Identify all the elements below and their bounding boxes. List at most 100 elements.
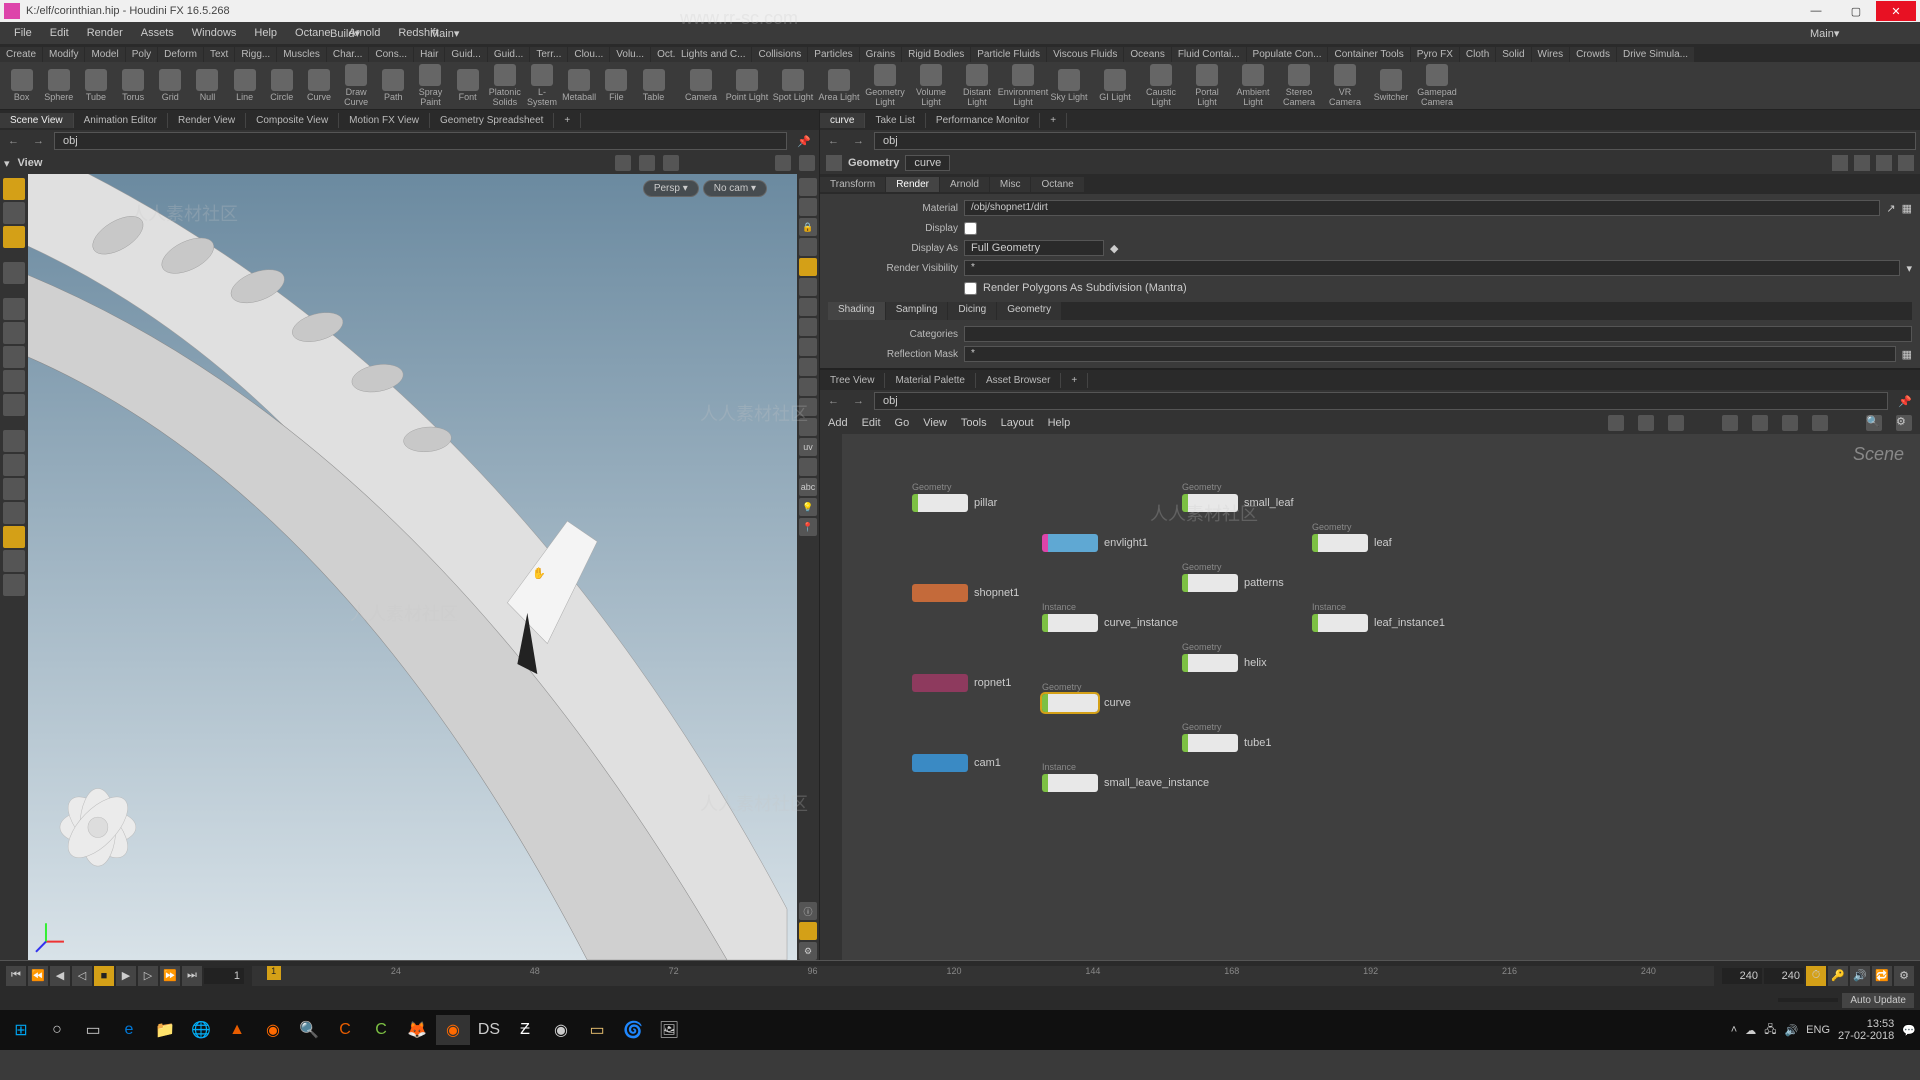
renderpoly-checkbox[interactable] <box>964 282 977 295</box>
shelf-button[interactable]: Path <box>376 69 411 102</box>
node-body[interactable] <box>1182 494 1238 512</box>
wire-toggle-icon[interactable] <box>799 238 817 256</box>
net-gear-icon[interactable]: ⚙ <box>1896 415 1912 431</box>
shelf-tab[interactable]: Char... <box>327 47 368 62</box>
shelf-button[interactable]: Font <box>450 69 485 102</box>
node-body[interactable] <box>1312 614 1368 632</box>
notifications-icon[interactable]: 💬 <box>1902 1024 1916 1037</box>
bones-tool-icon[interactable] <box>3 394 25 416</box>
net-menu-edit[interactable]: Edit <box>862 417 881 429</box>
shelf-tab[interactable]: Cloth <box>1460 47 1495 62</box>
tray-lang[interactable]: ENG <box>1806 1024 1830 1036</box>
ghost-icon[interactable] <box>3 574 25 596</box>
node-body[interactable] <box>1042 534 1098 552</box>
shelf-button[interactable]: Sky Light <box>1047 69 1091 102</box>
snap-point-icon[interactable] <box>615 155 631 171</box>
shelf-button[interactable]: Distant Light <box>955 64 999 107</box>
network-node[interactable]: Geometrytube1 <box>1182 734 1272 752</box>
shelf-button[interactable]: Grid <box>153 69 188 102</box>
shelf-button[interactable]: Sphere <box>41 69 76 102</box>
explorer-icon[interactable]: 📁 <box>148 1015 182 1045</box>
shelf-button[interactable]: Spray Paint <box>413 64 448 107</box>
displayas-select[interactable]: Full Geometry <box>964 240 1104 256</box>
select-tool-icon[interactable] <box>3 178 25 200</box>
viewport-menu-icon[interactable]: ▾ <box>4 157 10 170</box>
shelf-button[interactable]: Torus <box>116 69 151 102</box>
shelf-button[interactable]: Caustic Light <box>1139 64 1183 107</box>
network-path-field[interactable]: obj <box>874 392 1888 410</box>
zbrush-icon[interactable]: Ƶ <box>508 1015 542 1045</box>
shelf-button[interactable]: Spot Light <box>771 69 815 102</box>
tab-add[interactable]: + <box>1040 113 1067 128</box>
shelf-button[interactable]: Volume Light <box>909 64 953 107</box>
play-forward-icon[interactable]: ▶ <box>116 966 136 986</box>
minimize-button[interactable]: — <box>1796 1 1836 21</box>
net-menu-layout[interactable]: Layout <box>1001 417 1034 429</box>
shelf-tab[interactable]: Viscous Fluids <box>1047 47 1123 62</box>
shelf-button[interactable]: Stereo Camera <box>1277 64 1321 107</box>
display-opts-icon[interactable] <box>799 922 817 940</box>
shelf-button[interactable]: Area Light <box>817 69 861 102</box>
snap-grid-icon[interactable] <box>663 155 679 171</box>
shelf-tab[interactable]: Drive Simula... <box>1617 47 1694 62</box>
subtab-dicing[interactable]: Dicing <box>948 302 996 320</box>
rotate-tool-icon[interactable] <box>3 322 25 344</box>
node-body[interactable] <box>912 674 968 692</box>
view-opt-icon[interactable] <box>775 155 791 171</box>
param-tab-misc[interactable]: Misc <box>990 177 1031 192</box>
step-back-key-icon[interactable]: ⏪ <box>28 966 48 986</box>
shelf-button[interactable]: Line <box>227 69 262 102</box>
nav-forward-icon[interactable]: → <box>849 135 868 147</box>
taskview-icon[interactable]: ▭ <box>76 1015 110 1045</box>
stop-icon[interactable]: ■ <box>94 966 114 986</box>
param-tab-transform[interactable]: Transform <box>820 177 885 192</box>
shelf-tab[interactable]: Crowds <box>1570 47 1616 62</box>
network-node[interactable]: Instancecurve_instance <box>1042 614 1178 632</box>
tab-scene-view[interactable]: Scene View <box>0 113 74 128</box>
find-icon[interactable] <box>1854 155 1870 171</box>
node-body[interactable] <box>912 494 968 512</box>
key-icon[interactable]: 🔑 <box>1828 966 1848 986</box>
shelf-button[interactable]: VR Camera <box>1323 64 1367 107</box>
network-view[interactable]: Scene Geometrypillarshopnet1ropnet1cam1e… <box>842 434 1920 960</box>
nav-back-icon[interactable]: ← <box>824 395 843 407</box>
node-body[interactable] <box>1042 694 1098 712</box>
shelf-button[interactable]: Environment Light <box>1001 64 1045 107</box>
shelf-button[interactable]: Platonic Solids <box>487 64 522 107</box>
subtab-sampling[interactable]: Sampling <box>886 302 948 320</box>
shelf-button[interactable]: Geometry Light <box>863 64 907 107</box>
param-tab-render[interactable]: Render <box>886 177 939 192</box>
pin-icon[interactable]: 📌 <box>1894 395 1916 408</box>
start-frame[interactable]: 1 <box>204 968 244 984</box>
net-menu-go[interactable]: Go <box>895 417 910 429</box>
tab-asset-browser[interactable]: Asset Browser <box>976 373 1061 388</box>
radial-menu-selector[interactable]: Main▾ <box>1810 27 1910 40</box>
net-box-icon[interactable] <box>1812 415 1828 431</box>
chooser-icon[interactable]: ▦ <box>1902 202 1912 215</box>
snap-curve-icon[interactable] <box>3 454 25 476</box>
shelf-button[interactable]: Metaball <box>562 69 597 102</box>
network-node[interactable]: cam1 <box>912 754 1001 772</box>
start-button[interactable]: ⊞ <box>4 1015 38 1045</box>
chrome-icon[interactable]: 🌐 <box>184 1015 218 1045</box>
node-body[interactable] <box>1312 534 1368 552</box>
goto-end-icon[interactable]: ⏭ <box>182 966 202 986</box>
node-body[interactable] <box>1182 654 1238 672</box>
viewport-camera-pill[interactable]: No cam ▾ <box>703 180 767 197</box>
arrow-tool-icon[interactable] <box>3 262 25 284</box>
brush-tool-icon[interactable] <box>3 226 25 248</box>
tab-curve[interactable]: curve <box>820 113 865 128</box>
snap-multi-icon[interactable] <box>3 478 25 500</box>
app-c-icon[interactable]: C <box>328 1015 362 1045</box>
construction-plane-icon[interactable] <box>3 526 25 548</box>
shelf-tab[interactable]: Collisions <box>752 47 807 62</box>
network-node[interactable]: Instancesmall_leave_instance <box>1042 774 1209 792</box>
range-end[interactable]: 240 <box>1764 968 1804 984</box>
network-node[interactable]: Geometryleaf <box>1312 534 1392 552</box>
shelf-tab[interactable]: Terr... <box>530 47 567 62</box>
shelf-button[interactable]: Switcher <box>1369 69 1413 102</box>
shelf-tab[interactable]: Hair <box>414 47 444 62</box>
shelf-button[interactable]: GI Light <box>1093 69 1137 102</box>
pin-display-icon[interactable]: 📍 <box>799 518 817 536</box>
menu-help[interactable]: Help <box>246 25 285 41</box>
